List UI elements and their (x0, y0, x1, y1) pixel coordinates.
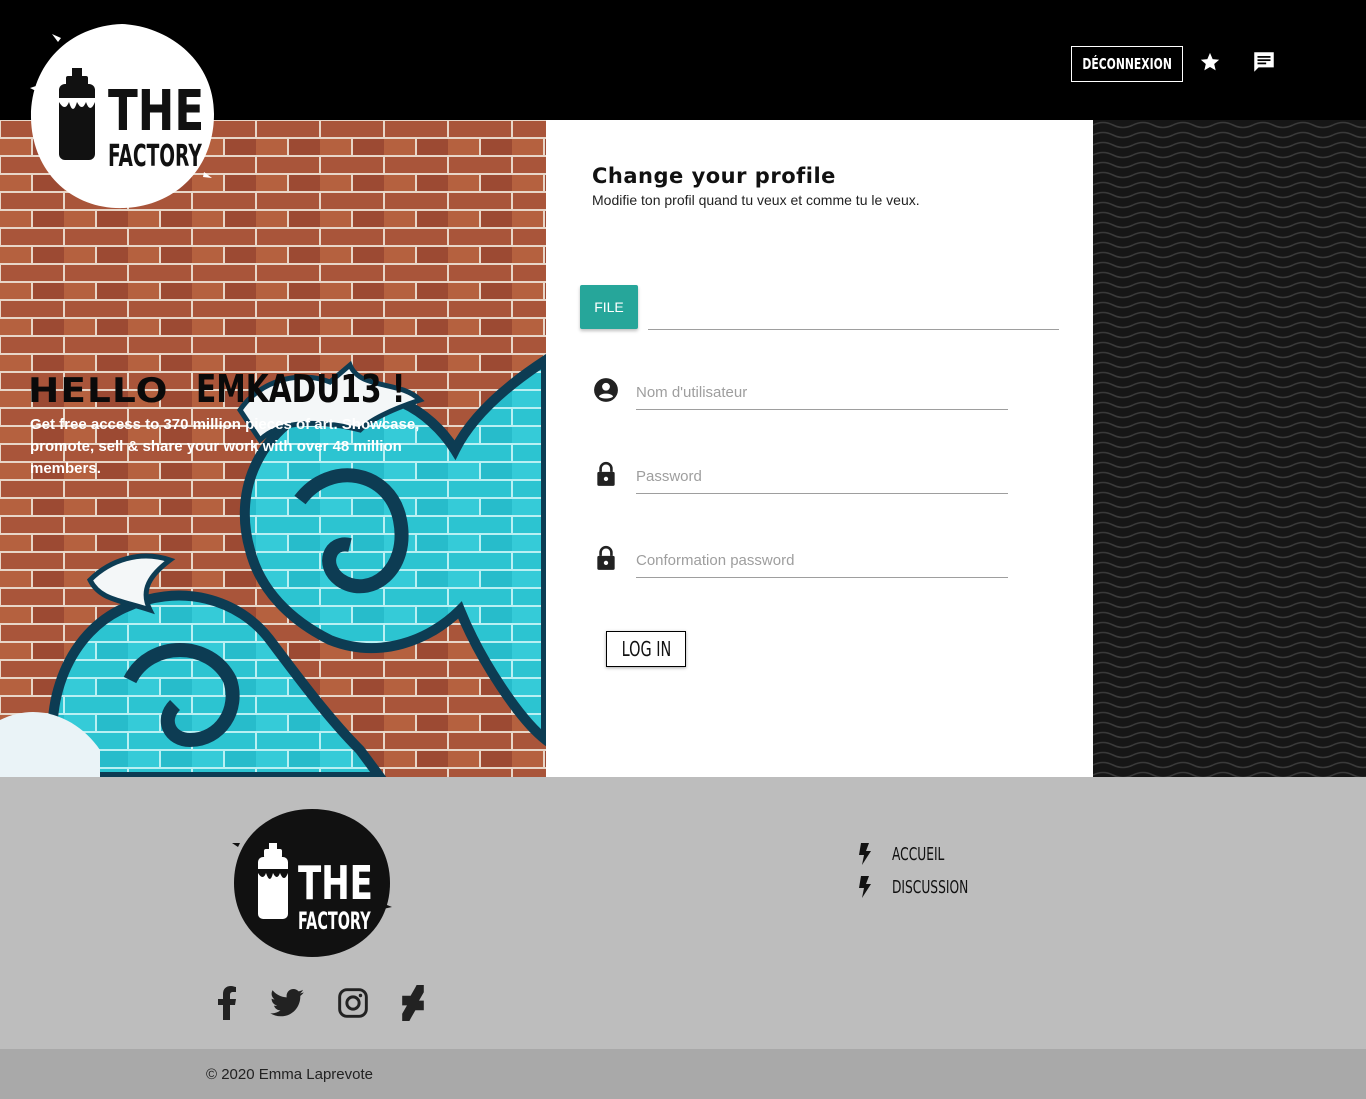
svg-text:THE: THE (298, 856, 373, 911)
username-input[interactable] (636, 376, 1008, 410)
footer-link-discussion[interactable]: DISCUSSION (858, 876, 1004, 898)
deviantart-icon[interactable] (395, 985, 431, 1021)
password-input[interactable] (636, 460, 1008, 494)
footer-link-accueil[interactable]: ACCUEIL (858, 843, 969, 865)
copyright-bar: © 2020 Emma Laprevote (0, 1049, 1366, 1099)
footer-brand-logo[interactable]: THE FACTORY (232, 807, 392, 959)
brand-logo[interactable]: THE FACTORY (28, 22, 216, 210)
twitter-icon[interactable] (269, 985, 305, 1021)
file-button-label: FILE (594, 299, 624, 315)
form-subtitle: Modifie ton profil quand tu veux et comm… (592, 192, 920, 208)
svg-text:FACTORY: FACTORY (108, 138, 203, 173)
bolt-icon (859, 843, 871, 865)
greeting-text: HELLO (28, 371, 169, 411)
footer-link-label: DISCUSSION (892, 876, 969, 898)
greeting-heading: HELLO EMKADU13 ! (28, 367, 464, 411)
svg-text:THE: THE (108, 78, 204, 144)
login-button[interactable]: LOG IN (606, 631, 686, 667)
lock-icon (593, 461, 619, 487)
file-path-input[interactable] (648, 296, 1059, 330)
hero-pitch-text: Get free access to 370 million pieces of… (30, 416, 420, 477)
account-circle-icon (593, 377, 619, 403)
logout-label: DÉCONNEXION (1082, 55, 1172, 73)
form-title: Change your profile (592, 164, 836, 188)
login-button-label: LOG IN (621, 637, 671, 661)
hero-graffiti-image: HELLO EMKADU13 ! Get free access to 370 m… (0, 120, 546, 777)
file-upload-button[interactable]: FILE (580, 285, 638, 329)
profile-form-card: Change your profile Modifie ton profil q… (546, 120, 1093, 777)
confirm-password-input[interactable] (636, 544, 1008, 578)
bolt-icon (859, 876, 871, 898)
facebook-icon[interactable] (209, 985, 245, 1021)
star-icon[interactable] (1196, 48, 1224, 76)
footer-link-label: ACCUEIL (892, 843, 945, 865)
lock-icon (593, 545, 619, 571)
footer: THE FACTORY ACCUEIL DISCUSSION (0, 777, 1366, 1049)
username-text: EMKADU13 ! (195, 367, 406, 411)
message-icon[interactable] (1250, 48, 1278, 76)
logout-button[interactable]: DÉCONNEXION (1071, 46, 1183, 82)
svg-text:FACTORY: FACTORY (298, 907, 371, 935)
wave-pattern-background (1093, 120, 1366, 777)
instagram-icon[interactable] (335, 985, 371, 1021)
copyright-text: © 2020 Emma Laprevote (206, 1066, 373, 1083)
